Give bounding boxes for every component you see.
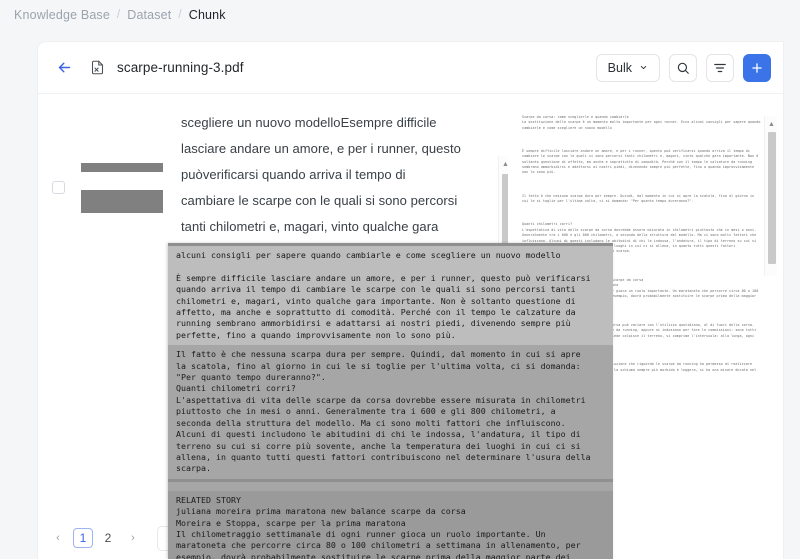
bulk-dropdown-button[interactable]: Bulk xyxy=(595,53,660,82)
pagination-page-2[interactable]: 2 xyxy=(98,528,118,548)
breadcrumb-item-knowledge-base[interactable]: Knowledge Base xyxy=(14,8,110,22)
breadcrumb-item-dataset[interactable]: Dataset xyxy=(127,8,171,22)
overlay-section-text: alcuni consigli per sapere quando cambia… xyxy=(176,250,591,340)
overlay-section-1: alcuni consigli per sapere quando cambia… xyxy=(168,246,613,346)
overlay-section-3: RELATED STORY juliana moreira prima mara… xyxy=(168,490,613,559)
pagination-page-1[interactable]: 1 xyxy=(73,528,93,548)
overlay-section-2: Il fatto è che nessuna scarpa dura per s… xyxy=(168,345,613,478)
plus-icon xyxy=(752,62,762,73)
arrow-left-icon[interactable] xyxy=(54,58,74,78)
chunk-select-checkbox[interactable] xyxy=(52,181,65,194)
overlay-spacer xyxy=(168,482,613,491)
overlay-section-text: RELATED STORY juliana moreira prima mara… xyxy=(176,494,581,559)
doc-paragraph: Scarpe da corsa: come sceglierle e quand… xyxy=(522,114,761,130)
doc-paragraph: È sempre difficile lasciare andare un am… xyxy=(522,148,761,175)
overlay-section-text: Il fatto è che nessuna scarpa dura per s… xyxy=(176,349,591,474)
caret-up-icon[interactable]: ▲ xyxy=(765,118,778,130)
search-icon xyxy=(677,62,689,74)
breadcrumb-separator: / xyxy=(116,9,121,21)
chunk-thumbnail[interactable] xyxy=(81,163,163,213)
search-button[interactable] xyxy=(669,53,697,82)
add-chunk-button[interactable] xyxy=(743,53,771,82)
scrollbar-thumb[interactable] xyxy=(767,132,776,264)
file-header-toolbar: scarpe-running-3.pdf Bulk xyxy=(38,42,783,94)
bulk-label: Bulk xyxy=(607,60,632,75)
breadcrumb: Knowledge Base / Dataset / Chunk xyxy=(14,8,226,22)
document-pane-scrollbar[interactable]: ▲ xyxy=(764,116,777,276)
filter-button[interactable] xyxy=(706,53,734,82)
filter-icon xyxy=(714,63,726,72)
breadcrumb-item-chunk[interactable]: Chunk xyxy=(189,8,226,22)
chunk-detail-overlay: alcuni consigli per sapere quando cambia… xyxy=(168,243,613,559)
doc-paragraph: Il fatto è che nessuna scarpa dura per s… xyxy=(522,193,757,204)
breadcrumb-separator: / xyxy=(178,9,182,21)
file-name-label: scarpe-running-3.pdf xyxy=(117,60,244,75)
chevron-down-icon xyxy=(640,65,647,70)
pdf-file-icon xyxy=(88,59,106,77)
pagination-next-button[interactable]: › xyxy=(123,528,143,548)
pagination-prev-button[interactable]: ‹ xyxy=(48,528,68,548)
